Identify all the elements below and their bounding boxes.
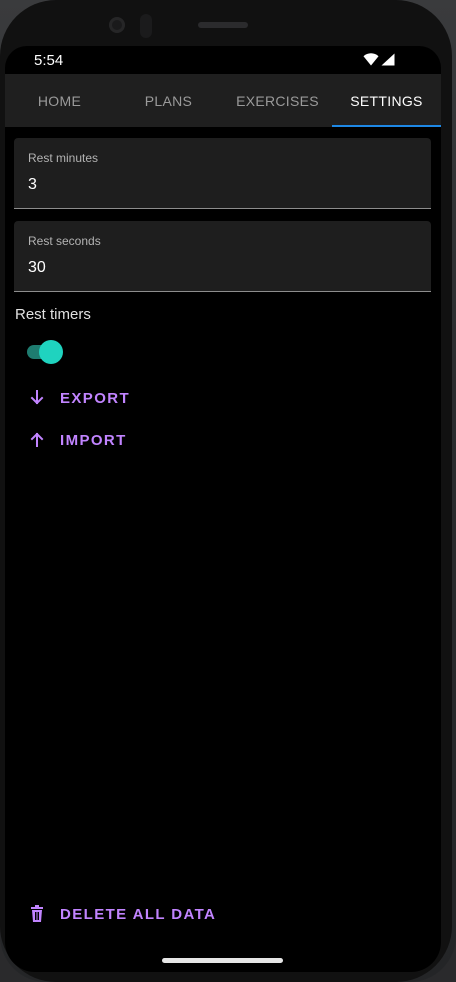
proximity-sensor (140, 14, 152, 38)
tab-plans[interactable]: PLANS (114, 74, 223, 127)
rest-seconds-label: Rest seconds (28, 234, 101, 248)
tab-exercises[interactable]: EXERCISES (223, 74, 332, 127)
rest-minutes-label: Rest minutes (28, 151, 99, 165)
tab-settings[interactable]: SETTINGS (332, 74, 441, 127)
export-button[interactable]: EXPORT (27, 388, 130, 408)
status-icons (363, 53, 395, 66)
trash-icon (31, 905, 43, 922)
tab-bar: HOME PLANS EXERCISES SETTINGS (5, 74, 441, 127)
rest-timers-label: Rest timers (15, 306, 91, 323)
status-time: 5:54 (34, 52, 64, 69)
phone-bezel: 5:54 HOME PLANS EXERCISES SETTINGS Rest … (0, 0, 452, 982)
rest-seconds-input[interactable] (28, 259, 408, 277)
delete-all-data-button[interactable]: DELETE ALL DATA (27, 904, 216, 924)
rest-minutes-input[interactable] (28, 176, 408, 194)
arrow-down-icon (30, 390, 44, 405)
rest-seconds-field[interactable]: Rest seconds (14, 221, 431, 292)
status-bar: 5:54 (5, 46, 441, 74)
front-camera (109, 17, 125, 33)
rest-timers-switch[interactable] (27, 340, 63, 364)
cell-signal-icon (381, 53, 395, 66)
import-label: IMPORT (60, 431, 127, 449)
tab-home[interactable]: HOME (5, 74, 114, 127)
export-label: EXPORT (60, 389, 131, 407)
wifi-icon (363, 53, 379, 66)
home-indicator[interactable] (162, 958, 283, 963)
rest-minutes-field[interactable]: Rest minutes (14, 138, 431, 209)
import-button[interactable]: IMPORT (27, 430, 127, 450)
arrow-up-icon (30, 432, 44, 447)
phone-frame: 5:54 HOME PLANS EXERCISES SETTINGS Rest … (0, 0, 456, 982)
delete-all-data-label: DELETE ALL DATA (60, 905, 217, 923)
earpiece-speaker (198, 22, 248, 28)
app-screen: 5:54 HOME PLANS EXERCISES SETTINGS Rest … (5, 46, 441, 972)
switch-thumb (39, 340, 63, 364)
